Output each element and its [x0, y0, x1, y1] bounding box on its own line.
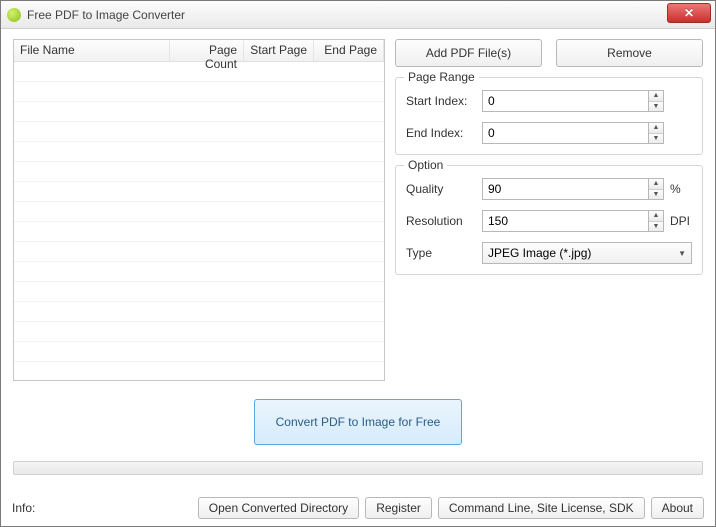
col-file-name[interactable]: File Name: [14, 40, 170, 61]
remove-button[interactable]: Remove: [556, 39, 703, 67]
table-row: [14, 162, 384, 182]
table-row: [14, 242, 384, 262]
option-legend: Option: [404, 158, 447, 172]
about-button[interactable]: About: [651, 497, 704, 519]
file-list-rows[interactable]: [14, 62, 384, 380]
resolution-suffix: DPI: [670, 214, 692, 228]
table-row: [14, 202, 384, 222]
table-row: [14, 222, 384, 242]
quality-suffix: %: [670, 182, 692, 196]
quality-input[interactable]: [482, 178, 648, 200]
table-row: [14, 62, 384, 82]
start-index-input[interactable]: [482, 90, 648, 112]
table-row: [14, 182, 384, 202]
chevron-down-icon[interactable]: ▼: [649, 222, 663, 232]
start-index-spinner[interactable]: ▲▼: [648, 90, 664, 112]
start-index-label: Start Index:: [406, 94, 482, 108]
col-start-page[interactable]: Start Page: [244, 40, 314, 61]
title-bar: Free PDF to Image Converter ✕: [1, 1, 715, 29]
table-row: [14, 362, 384, 380]
app-icon: [7, 8, 21, 22]
table-row: [14, 342, 384, 362]
open-directory-button[interactable]: Open Converted Directory: [198, 497, 359, 519]
register-button[interactable]: Register: [365, 497, 432, 519]
type-label: Type: [406, 246, 482, 260]
close-icon: ✕: [684, 6, 694, 20]
chevron-up-icon[interactable]: ▲: [649, 123, 663, 134]
end-index-label: End Index:: [406, 126, 482, 140]
chevron-up-icon[interactable]: ▲: [649, 211, 663, 222]
page-range-group: Page Range Start Index: ▲▼ End Index: ▲▼: [395, 77, 703, 155]
chevron-down-icon[interactable]: ▼: [649, 190, 663, 200]
resolution-input[interactable]: [482, 210, 648, 232]
chevron-down-icon[interactable]: ▼: [649, 134, 663, 144]
close-button[interactable]: ✕: [667, 3, 711, 23]
quality-label: Quality: [406, 182, 482, 196]
chevron-up-icon[interactable]: ▲: [649, 179, 663, 190]
end-index-input[interactable]: [482, 122, 648, 144]
table-row: [14, 142, 384, 162]
chevron-down-icon: ▼: [678, 249, 686, 258]
command-line-button[interactable]: Command Line, Site License, SDK: [438, 497, 645, 519]
quality-spinner[interactable]: ▲▼: [648, 178, 664, 200]
info-label: Info:: [12, 501, 192, 515]
table-row: [14, 282, 384, 302]
option-group: Option Quality ▲▼ % Resolution ▲▼ DPI Ty…: [395, 165, 703, 275]
page-range-legend: Page Range: [404, 70, 479, 84]
table-row: [14, 322, 384, 342]
file-list-header: File Name Page Count Start Page End Page: [14, 40, 384, 62]
window-title: Free PDF to Image Converter: [27, 8, 185, 22]
table-row: [14, 82, 384, 102]
chevron-down-icon[interactable]: ▼: [649, 102, 663, 112]
resolution-label: Resolution: [406, 214, 482, 228]
resolution-spinner[interactable]: ▲▼: [648, 210, 664, 232]
type-value: JPEG Image (*.jpg): [488, 246, 678, 260]
col-end-page[interactable]: End Page: [314, 40, 384, 61]
add-pdf-button[interactable]: Add PDF File(s): [395, 39, 542, 67]
end-index-spinner[interactable]: ▲▼: [648, 122, 664, 144]
chevron-up-icon[interactable]: ▲: [649, 91, 663, 102]
type-select[interactable]: JPEG Image (*.jpg) ▼: [482, 242, 692, 264]
table-row: [14, 102, 384, 122]
table-row: [14, 122, 384, 142]
table-row: [14, 302, 384, 322]
col-page-count[interactable]: Page Count: [170, 40, 244, 61]
table-row: [14, 262, 384, 282]
convert-button[interactable]: Convert PDF to Image for Free: [254, 399, 462, 445]
progress-bar: [13, 461, 703, 475]
file-list[interactable]: File Name Page Count Start Page End Page: [13, 39, 385, 381]
